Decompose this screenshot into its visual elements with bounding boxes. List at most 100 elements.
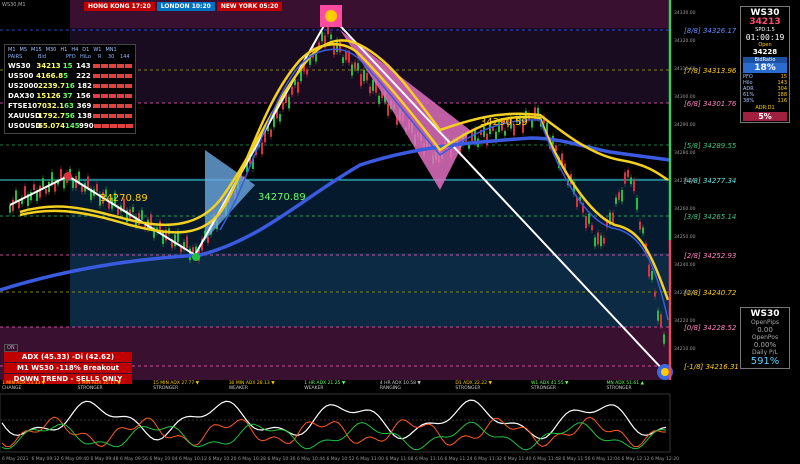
adx-timeframe-cell: 1 HR ADX 21.25 ▼ WEAKER bbox=[302, 381, 378, 395]
candle-body bbox=[654, 291, 656, 297]
open-pips-label: OpenPips bbox=[750, 319, 780, 326]
pair-name: WS30 bbox=[8, 62, 31, 70]
candle-body bbox=[96, 184, 98, 192]
candle-body bbox=[372, 79, 374, 91]
candle-body bbox=[24, 186, 26, 198]
price-axis-tick: 34230.00 bbox=[674, 290, 696, 296]
strength-bar bbox=[92, 94, 100, 98]
candle-body bbox=[45, 188, 47, 194]
candle-body bbox=[366, 73, 368, 81]
candle-body bbox=[15, 190, 17, 202]
strength-bar bbox=[117, 104, 124, 108]
candle-body bbox=[378, 95, 380, 104]
table-row[interactable]: FTSE10 7032.1 63 369 bbox=[8, 101, 132, 111]
strength-bar bbox=[117, 114, 124, 118]
murrey-level-label: [-1/8] 34216.31 bbox=[684, 363, 739, 371]
pair-name: DAX30 bbox=[8, 92, 35, 100]
adx-state: STRONGER bbox=[153, 386, 179, 391]
strength-bar bbox=[124, 64, 132, 68]
price-axis: 34330.00 34320.00 34310.00 34300.00 34290.00… bbox=[674, 10, 696, 352]
candle-body bbox=[33, 184, 35, 191]
table-row[interactable]: XAUUSD 1792.7 56 138 bbox=[8, 111, 132, 121]
candle-body bbox=[591, 225, 593, 231]
table-row[interactable]: USOUSD 65.074 145 990 bbox=[8, 121, 133, 131]
top-marker-dot bbox=[325, 10, 337, 22]
candle-body bbox=[624, 172, 626, 184]
pair-bid: 2239.7 bbox=[38, 82, 66, 90]
open-pos-value: 0.00% bbox=[753, 341, 777, 349]
bottom-marker-dot bbox=[661, 368, 669, 376]
price-axis-tick: 34320.00 bbox=[674, 38, 696, 44]
price-axis-tick: 34300.00 bbox=[674, 94, 696, 100]
pair-bid: 15126 bbox=[36, 92, 61, 100]
strength-bar bbox=[124, 94, 132, 98]
adx-timeframe-cell: 15 MIN ADX 27.77 ▼ STRONGER bbox=[151, 381, 227, 395]
adx-timeframe-strip: 1 MIN ADX 53.33 ▼ CHANGE 5 MIN ADX 35.17 ▼… bbox=[0, 381, 680, 395]
adx-readout: ADX (45.33) -Di (42.62) bbox=[4, 352, 132, 362]
table-row[interactable]: US2000 2239.7 16 182 bbox=[8, 81, 132, 91]
time-axis-tick: 6 May 11:16 bbox=[415, 456, 443, 462]
time-axis-tick: 6 May 11:40 bbox=[504, 456, 532, 462]
candle-body bbox=[78, 171, 80, 183]
candle-body bbox=[81, 186, 83, 192]
adx-state: CHANGE bbox=[2, 386, 22, 391]
strength-bar bbox=[93, 124, 101, 128]
candle-body bbox=[615, 197, 617, 204]
pair-hilo: 143 bbox=[75, 62, 91, 70]
time-axis-tick: 6 May 12:20 bbox=[651, 456, 679, 462]
timeframe-h1[interactable]: H1 bbox=[60, 47, 67, 54]
candle-body bbox=[12, 199, 14, 212]
time-axis-tick: 6 May 09:48 bbox=[91, 456, 119, 462]
window-label: WS30,M1 bbox=[2, 2, 26, 8]
timeframe-mn1[interactable]: MN1 bbox=[105, 47, 116, 54]
col-pfd: PFD bbox=[66, 54, 76, 60]
swing-low-dot bbox=[192, 253, 200, 261]
stat-key: 38% bbox=[743, 98, 755, 104]
adx-state: STRONGER bbox=[77, 386, 103, 391]
candle-body bbox=[360, 74, 362, 86]
timeframe-m1[interactable]: M1 bbox=[8, 47, 16, 54]
candle-body bbox=[288, 96, 290, 109]
table-row[interactable]: DAX30 15126 37 156 bbox=[8, 91, 132, 101]
strength-bar bbox=[109, 124, 117, 128]
timeframe-w1[interactable]: W1 bbox=[93, 47, 101, 54]
time-axis-tick: 6 May 10:28 bbox=[238, 456, 266, 462]
price-axis-tick: 34250.00 bbox=[674, 234, 696, 240]
pair-pfd: 16 bbox=[65, 82, 75, 90]
pair-pfd: 15 bbox=[62, 62, 73, 70]
table-row[interactable]: WS30 34213 15 143 bbox=[8, 61, 132, 71]
candle-body bbox=[186, 236, 188, 248]
adx-timeframe-cell: W1 ADX 41.55 ▼ STRONGER bbox=[529, 381, 605, 395]
price-axis-tick: 34210.00 bbox=[674, 346, 696, 352]
timeframe-d1[interactable]: D1 bbox=[82, 47, 89, 54]
candle-body bbox=[174, 234, 176, 247]
oscillator-panel bbox=[0, 393, 671, 453]
strength-bar bbox=[101, 124, 109, 128]
info-price: 34213 bbox=[749, 17, 781, 27]
murrey-level-label: [3/8] 34265.14 bbox=[684, 213, 736, 221]
strength-bars bbox=[93, 84, 132, 88]
candle-body bbox=[618, 192, 620, 200]
pair-bid: 34213 bbox=[36, 62, 61, 70]
strength-bar bbox=[125, 84, 132, 88]
strength-bar bbox=[109, 114, 116, 118]
candle-body bbox=[330, 34, 332, 40]
adx-timeframe-cell: 5 MIN ADX 35.17 ▼ STRONGER bbox=[76, 381, 152, 395]
murrey-level-label: [6/8] 34301.76 bbox=[684, 100, 737, 108]
candle-body bbox=[660, 314, 662, 327]
clock-new-york: NEW YORK 05:20 bbox=[216, 2, 283, 11]
candle-body bbox=[261, 142, 263, 155]
strength-bar bbox=[125, 124, 133, 128]
clock-hong-kong: HONG KONG 17:20 bbox=[84, 2, 155, 11]
timeframe-m5[interactable]: M5 bbox=[20, 47, 28, 54]
timeframe-m15[interactable]: M15 bbox=[31, 47, 42, 54]
on-toggle-button[interactable]: ON bbox=[4, 344, 18, 352]
adx-timeframe-cell: 1 MIN ADX 53.33 ▼ CHANGE bbox=[0, 381, 76, 395]
candle-body bbox=[639, 221, 641, 230]
candle-body bbox=[342, 57, 344, 63]
strength-bar bbox=[109, 104, 116, 108]
time-axis-tick: 6 May 10:20 bbox=[209, 456, 237, 462]
table-row[interactable]: US500 4166.8 5 222 bbox=[8, 71, 132, 81]
timeframe-h4[interactable]: H4 bbox=[71, 47, 78, 54]
timeframe-m30[interactable]: M30 bbox=[46, 47, 57, 54]
